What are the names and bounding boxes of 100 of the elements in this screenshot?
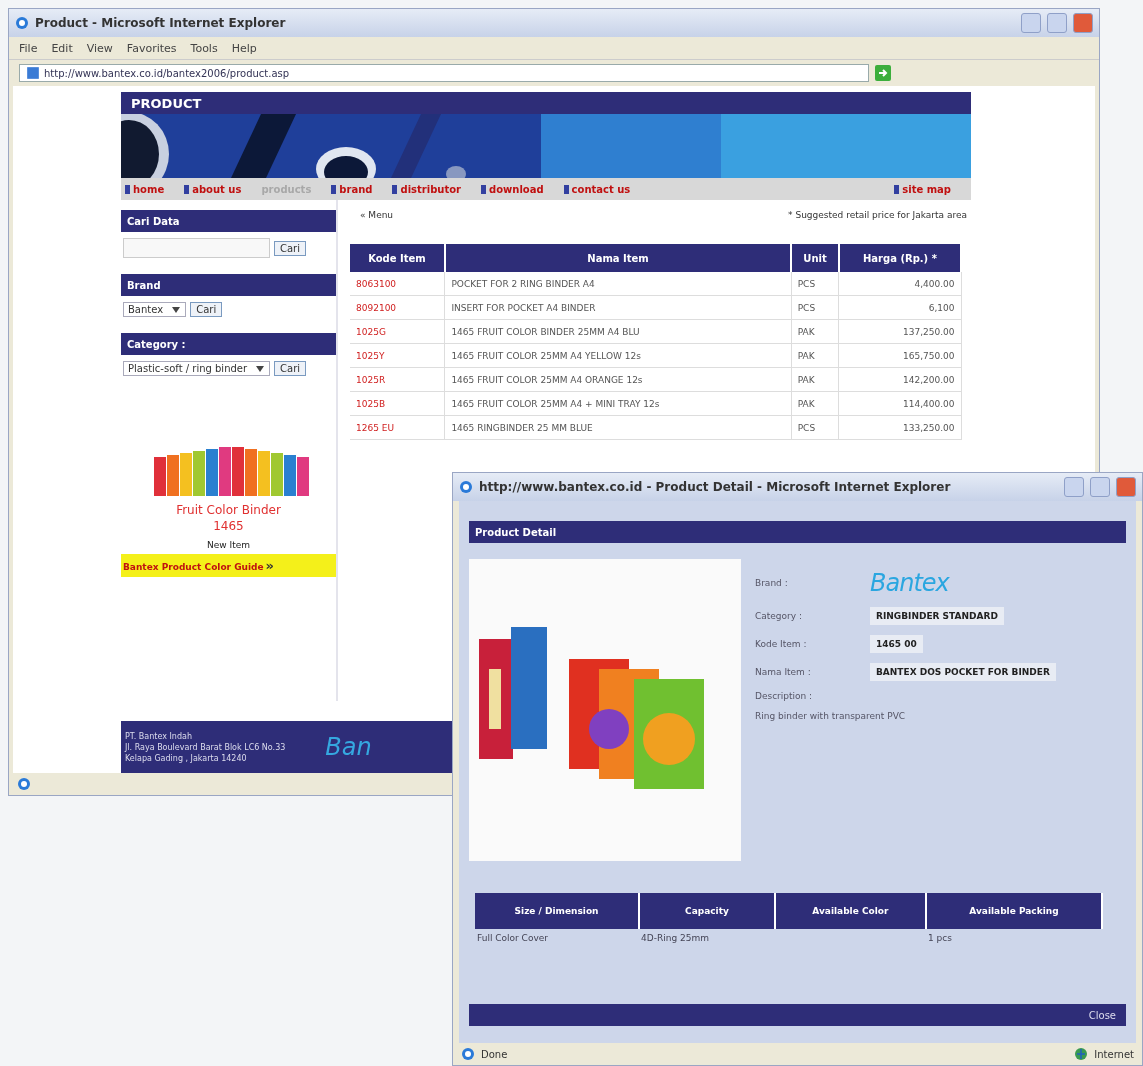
field-label: Brand : <box>755 578 789 588</box>
dropdown-value: Bantex <box>128 304 164 315</box>
column-header: Available Packing <box>925 893 1102 929</box>
browser-icon <box>17 777 31 791</box>
menu-item[interactable]: Help <box>231 41 257 55</box>
address-field[interactable]: http://www.bantex.co.id/bantex2006/product.asp <box>19 64 869 82</box>
new-item-label: New Item <box>207 540 250 550</box>
globe-icon <box>1074 1047 1089 1061</box>
bullet-icon <box>392 184 398 194</box>
item-code-link[interactable]: 1265 EU <box>350 415 445 440</box>
brand-logo: Bantex <box>870 569 949 597</box>
table-cell: 165,750.00 <box>838 343 961 368</box>
table-cell: 1465 FRUIT COLOR BINDER 25MM A4 BLU <box>444 319 792 344</box>
column-header: Available Color <box>774 893 926 929</box>
address-line: Jl. Raya Boulevard Barat Blok LC6 No.33 <box>125 741 286 753</box>
browser-icon <box>459 480 473 494</box>
close-button[interactable] <box>1073 13 1093 33</box>
address-line: Kelapa Gading , Jakarta 14240 <box>125 752 248 764</box>
table-cell: 1465 FRUIT COLOR 25MM A4 + MINI TRAY 12s <box>444 391 792 416</box>
table-cell: 114,400.00 <box>838 391 961 416</box>
banner-title: PRODUCT <box>121 92 971 114</box>
table-cell-text: 1 pcs <box>927 933 953 943</box>
minimize-button[interactable] <box>1064 477 1084 497</box>
search-button[interactable]: Cari <box>274 361 307 376</box>
table-cell-text: 4D-Ring 25mm <box>641 933 710 943</box>
table-cell: PAK <box>791 391 839 416</box>
maximize-button[interactable] <box>1047 13 1067 33</box>
search-button[interactable]: Cari <box>274 240 306 256</box>
window-title: Product - Microsoft Internet Explorer <box>35 16 287 30</box>
bullet-icon <box>184 184 190 194</box>
dropdown[interactable]: Plastic-soft / ring binder <box>123 361 271 376</box>
table-cell: 142,200.00 <box>838 367 961 392</box>
close-link[interactable]: Close <box>1088 1009 1116 1021</box>
maximize-button[interactable] <box>1090 477 1110 497</box>
item-code-link[interactable]: 1025G <box>350 319 445 344</box>
item-code-link[interactable]: 1025B <box>350 391 445 416</box>
column-header: Harga (Rp.) * <box>838 244 961 272</box>
address-line: PT. Bantex Indah <box>125 730 193 742</box>
panel-title: Category : <box>121 333 336 355</box>
column-header: Nama Item <box>444 244 792 272</box>
menu-item[interactable]: File <box>19 41 38 55</box>
back-link[interactable]: « Menu <box>360 210 394 220</box>
field-value: BANTEX DOS POCKET FOR BINDER <box>870 663 1056 681</box>
caret-icon <box>255 364 266 373</box>
field-value: RINGBINDER STANDARD <box>870 607 1004 625</box>
minimize-button[interactable] <box>1021 13 1041 33</box>
table-cell: 137,250.00 <box>838 319 961 344</box>
item-code-link[interactable]: 1025Y <box>350 343 445 368</box>
close-button[interactable] <box>1116 477 1136 497</box>
brand-logo: Ban <box>325 733 372 761</box>
table-cell: 1465 FRUIT COLOR 25MM A4 ORANGE 12s <box>444 367 792 392</box>
nav-link[interactable]: distributor <box>400 183 461 195</box>
table-cell: PCS <box>791 415 839 440</box>
promo-title: Fruit Color Binder <box>176 502 281 518</box>
nav-link[interactable]: about us <box>192 183 242 195</box>
menu-item[interactable]: Favorites <box>126 41 177 55</box>
column-header: Unit <box>791 244 839 272</box>
menu-item[interactable]: Tools <box>190 41 218 55</box>
table-cell: PCS <box>791 295 839 320</box>
page-icon <box>26 66 40 80</box>
promo-code: 1465 <box>213 518 244 534</box>
nav-link[interactable]: site map <box>902 183 951 195</box>
status-text: Done <box>481 1048 508 1060</box>
table-cell: 6,100 <box>838 295 961 320</box>
menu-item[interactable]: View <box>86 41 113 55</box>
field-label: Category : <box>755 611 803 621</box>
item-code-link[interactable]: 1025R <box>350 367 445 392</box>
arrow-label: » <box>265 558 274 573</box>
table-cell-text: Full Color Cover <box>477 933 549 943</box>
price-note: * Suggested retail price for Jakarta area <box>788 210 967 220</box>
table-cell: 1465 RINGBINDER 25 MM BLUE <box>444 415 792 440</box>
item-code-link[interactable]: 8063100 <box>350 272 445 296</box>
window-title: http://www.bantex.co.id - Product Detail - Microsoft Internet Explorer <box>479 480 952 494</box>
table-cell: 4,400.00 <box>838 272 961 296</box>
table-cell: PAK <box>791 367 839 392</box>
nav-link[interactable]: contact us <box>571 183 631 195</box>
nav-link[interactable]: brand <box>339 183 373 195</box>
table-cell: PAK <box>791 319 839 344</box>
search-field[interactable] <box>123 238 270 258</box>
item-code-link[interactable]: 8092100 <box>350 295 445 320</box>
table-cell: POCKET FOR 2 RING BINDER A4 <box>444 272 792 296</box>
nav-link[interactable]: download <box>489 183 544 195</box>
menu-item[interactable]: Edit <box>51 41 73 55</box>
bullet-icon <box>125 184 130 194</box>
nav-link[interactable]: home <box>133 183 165 195</box>
column-header: Capacity <box>639 893 775 929</box>
dropdown[interactable]: Bantex <box>123 302 187 317</box>
field-label: Nama Item : <box>755 667 812 677</box>
field-value: 1465 00 <box>870 635 923 653</box>
address-text: http://www.bantex.co.id/bantex2006/product.asp <box>44 67 290 79</box>
table-cell: PCS <box>791 272 839 296</box>
caret-icon <box>171 305 182 314</box>
search-button[interactable]: Cari <box>190 302 223 317</box>
go-icon <box>875 65 891 81</box>
browser-icon <box>15 16 29 30</box>
bullet-icon <box>331 184 337 194</box>
panel-title: Brand <box>121 274 336 296</box>
column-header: Kode Item <box>350 244 445 272</box>
column-header: Size / Dimension <box>475 893 640 929</box>
color-guide-link[interactable]: Bantex Product Color Guide <box>123 562 264 572</box>
